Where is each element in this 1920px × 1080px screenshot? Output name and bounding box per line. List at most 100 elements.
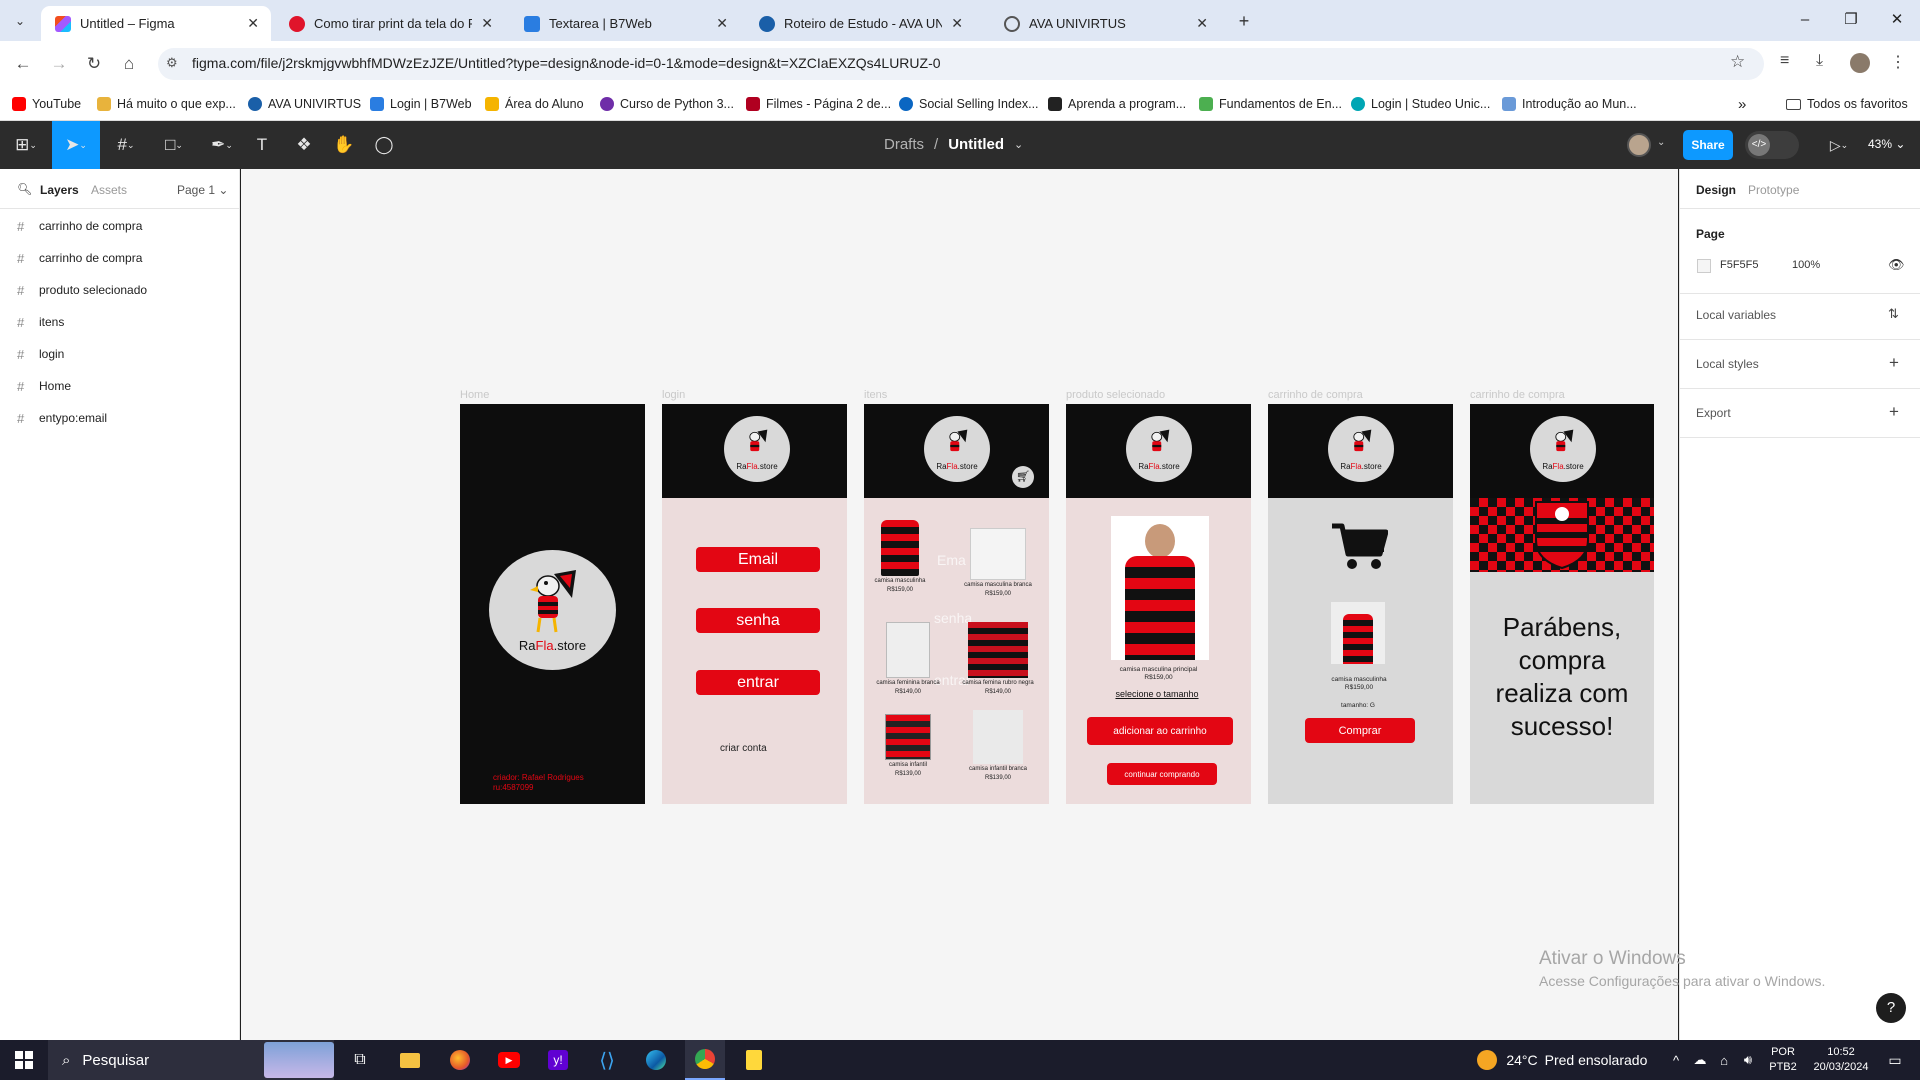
bookmark-item[interactable]: Área do Aluno (485, 92, 584, 116)
more-bookmarks-icon[interactable]: » (1738, 92, 1746, 116)
vscode-icon[interactable]: ⟨⟩ (587, 1040, 627, 1080)
window-close-icon[interactable]: ✕ (1878, 8, 1916, 32)
close-icon[interactable]: ✕ (1196, 15, 1208, 32)
close-icon[interactable]: ✕ (716, 15, 728, 32)
tab-search-icon[interactable]: ⌄ (8, 9, 32, 33)
variables-icon[interactable]: ⇅ (1888, 306, 1899, 322)
tab-figma[interactable]: Untitled – Figma ✕ (41, 6, 271, 41)
bookmark-item[interactable]: Curso de Python 3... (600, 92, 734, 116)
chevron-down-icon[interactable]: ⌄ (1657, 137, 1665, 148)
layer-item[interactable]: # itens (0, 306, 239, 338)
add-to-cart-button[interactable]: adicionar ao carrinho (1087, 717, 1233, 745)
reload-icon[interactable]: ↻ (81, 51, 107, 77)
criar-conta-link[interactable]: criar conta (720, 743, 767, 754)
chrome-icon[interactable] (685, 1040, 725, 1080)
page-color-hex[interactable]: F5F5F5 (1720, 259, 1759, 271)
page-selector[interactable]: Page 1 ⌄ (177, 183, 228, 197)
close-icon[interactable]: ✕ (951, 15, 963, 32)
local-variables[interactable]: Local variables (1696, 308, 1776, 322)
chevron-up-icon[interactable]: ^ (1664, 1040, 1688, 1080)
bookmark-item[interactable]: Login | Studeo Unic... (1351, 92, 1490, 116)
url-text[interactable]: figma.com/file/j2rskmjgvwbhfMDWzEzJZE/Un… (192, 55, 941, 71)
task-view-icon[interactable]: ⧉ (340, 1040, 380, 1080)
new-tab-button[interactable]: + (1232, 9, 1256, 33)
download-icon[interactable]: ⤓ (1816, 52, 1823, 70)
frame-label-itens[interactable]: itens (864, 389, 887, 401)
firefox-icon[interactable] (440, 1040, 480, 1080)
sticky-notes-icon[interactable] (734, 1040, 774, 1080)
bookmark-item[interactable]: Introdução ao Mun... (1502, 92, 1637, 116)
youtube-app-icon[interactable]: ▶ (489, 1040, 529, 1080)
move-tool-icon[interactable]: ➤ ⌄ (52, 121, 100, 169)
search-icon[interactable]: 🔍︎ (17, 182, 32, 196)
frame-label-sucesso[interactable]: carrinho de compra (1470, 389, 1565, 401)
bookmark-item[interactable]: YouTube (12, 92, 81, 116)
text-tool-icon[interactable]: T (246, 121, 278, 169)
cart-icon[interactable]: 🛒︎ (1012, 466, 1034, 488)
home-icon[interactable]: ⌂ (116, 51, 142, 77)
product-card[interactable]: camisa infantil R$139,00 (870, 714, 946, 778)
network-icon[interactable]: ☁ (1688, 1040, 1712, 1080)
frame-label-carrinho[interactable]: carrinho de compra (1268, 389, 1363, 401)
frame-label-home[interactable]: Home (460, 389, 489, 401)
comprar-button[interactable]: Comprar (1305, 718, 1415, 743)
plus-icon[interactable]: + (1889, 353, 1899, 373)
profile-avatar[interactable] (1850, 53, 1870, 73)
site-info-icon[interactable]: ⚙ (166, 55, 178, 71)
star-icon[interactable]: ☆ (1730, 52, 1745, 72)
frame-sucesso[interactable]: RaFla.store Parábens, compra realiza com… (1470, 404, 1654, 804)
menu-icon[interactable]: ⋮ (1890, 52, 1906, 72)
frame-itens[interactable]: RaFla.store 🛒︎ Ema senha entrar camisa m… (864, 404, 1049, 804)
comment-tool-icon[interactable]: ◯ (368, 121, 400, 169)
edge-icon[interactable] (636, 1040, 676, 1080)
share-button[interactable]: Share (1683, 130, 1733, 160)
product-card[interactable]: camisa femina rubro negra R$149,00 (960, 622, 1036, 696)
tab-prototype[interactable]: Prototype (1748, 183, 1799, 197)
volume-icon[interactable]: 🔊︎ (1736, 1040, 1760, 1080)
help-button[interactable]: ? (1876, 993, 1906, 1023)
export-section[interactable]: Export (1696, 406, 1731, 420)
file-name[interactable]: Untitled (948, 136, 1004, 153)
frame-label-produto[interactable]: produto selecionado (1066, 389, 1165, 401)
present-icon[interactable]: ▷ ⌄ (1820, 121, 1858, 169)
media-icon[interactable]: ≡ (1780, 52, 1789, 70)
size-selector[interactable]: selecione o tamanho (1066, 689, 1248, 699)
bookmark-item[interactable]: Fundamentos de En... (1199, 92, 1342, 116)
tab-techtudo[interactable]: Como tirar print da tela do PC? ✕ (275, 6, 505, 41)
layer-item[interactable]: # carrinho de compra (0, 242, 239, 274)
frame-carrinho[interactable]: RaFla.store camisa masculinha R$159,00 t… (1268, 404, 1453, 804)
restore-icon[interactable]: ❐ (1832, 8, 1870, 32)
layer-item[interactable]: # carrinho de compra (0, 210, 239, 242)
frame-tool-icon[interactable]: # ⌄ (104, 121, 148, 169)
weather-temp[interactable]: 24°C (1502, 1040, 1542, 1080)
eye-icon[interactable]: 👁︎ (1888, 257, 1905, 273)
frame-produto[interactable]: RaFla.store camisa masculina principal R… (1066, 404, 1251, 804)
email-button[interactable]: Email (696, 547, 820, 572)
hand-tool-icon[interactable]: ✋ (328, 121, 360, 169)
plus-icon[interactable]: + (1889, 402, 1899, 422)
wifi-icon[interactable]: ⌂ (1712, 1040, 1736, 1080)
frame-label-login[interactable]: login (662, 389, 685, 401)
product-card[interactable]: camisa masculinha R$159,00 (870, 520, 930, 594)
bookmark-item[interactable]: Aprenda a program... (1048, 92, 1186, 116)
tab-design[interactable]: Design (1696, 183, 1736, 197)
senha-button[interactable]: senha (696, 608, 820, 633)
local-styles[interactable]: Local styles (1696, 357, 1759, 371)
back-icon[interactable]: ← (10, 51, 36, 77)
windows-start-icon[interactable] (0, 1040, 48, 1080)
breadcrumb-drafts[interactable]: Drafts (884, 136, 924, 153)
zoom-level[interactable]: 43% ⌄ (1868, 137, 1905, 151)
product-card[interactable]: camisa masculina branca R$159,00 (960, 528, 1036, 598)
tab-assets[interactable]: Assets (91, 183, 127, 197)
tab-layers[interactable]: Layers (40, 183, 79, 197)
tab-b7web[interactable]: Textarea | B7Web ✕ (510, 6, 740, 41)
favorites-folder[interactable]: Todos os favoritos (1786, 92, 1908, 116)
frame-login[interactable]: RaFla.store Email senha entrar criar con… (662, 404, 847, 804)
layer-item[interactable]: # entypo:email (0, 402, 239, 434)
layer-item[interactable]: # login (0, 338, 239, 370)
continue-shopping-button[interactable]: continuar comprando (1107, 763, 1217, 785)
user-avatar[interactable] (1627, 133, 1651, 157)
bookmark-item[interactable]: Login | B7Web (370, 92, 472, 116)
entrar-button[interactable]: entrar (696, 670, 820, 695)
bookmark-item[interactable]: AVA UNIVIRTUS (248, 92, 361, 116)
